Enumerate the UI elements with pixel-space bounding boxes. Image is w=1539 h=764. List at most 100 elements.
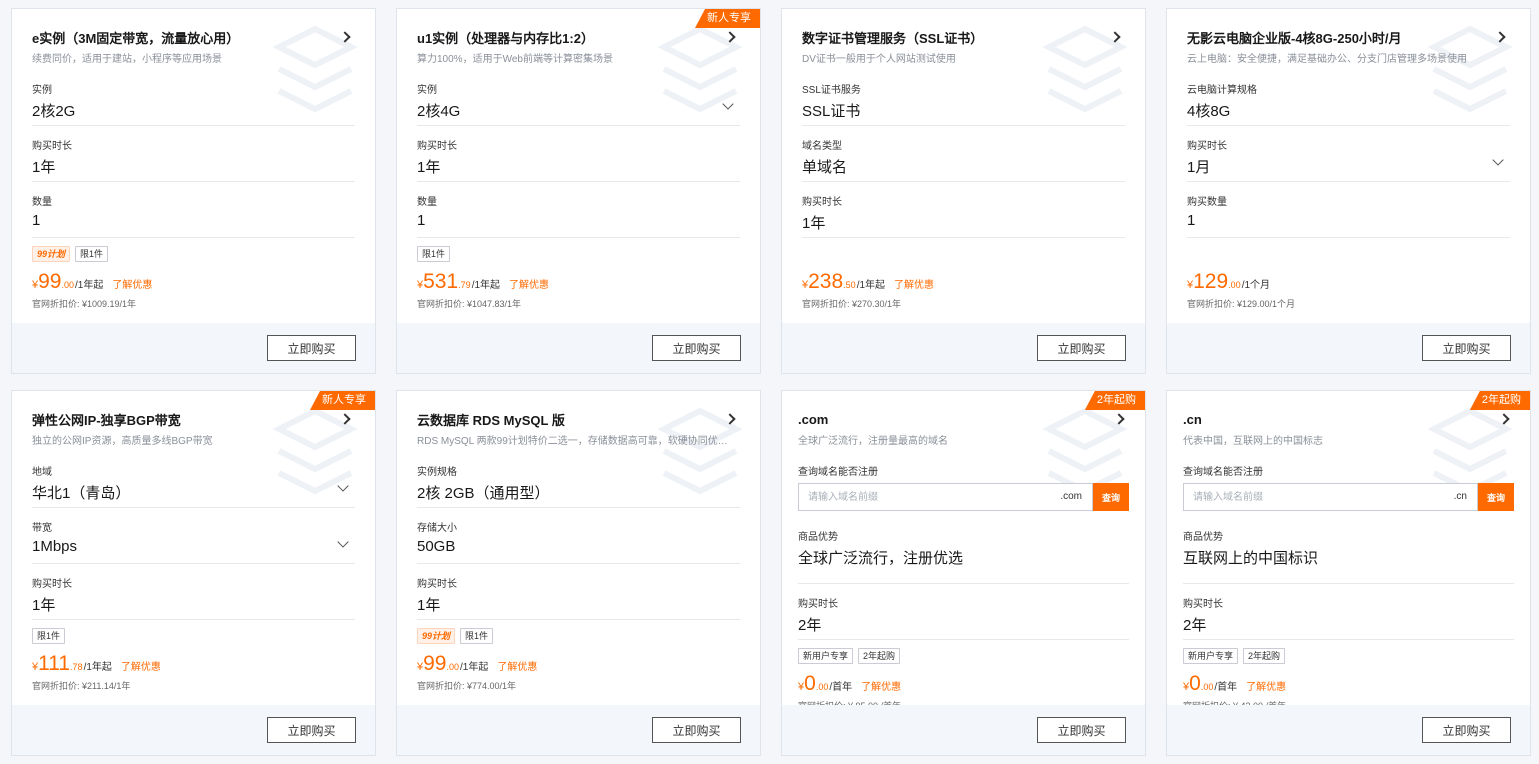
- buy-now-button[interactable]: 立即购买: [267, 717, 356, 743]
- query-button[interactable]: 查询: [1093, 483, 1129, 511]
- chevron-right-icon[interactable]: [1113, 412, 1127, 426]
- buy-now-button[interactable]: 立即购买: [652, 717, 741, 743]
- field-value: 2核 2GB（通用型）: [417, 485, 550, 502]
- product-card-ecs-e: e实例（3M固定带宽，流量放心用） 续费同价，适用于建站，小程序等应用场景 实例…: [11, 8, 376, 374]
- price-unit: /1年起: [83, 662, 112, 673]
- field-label: 商品优势: [1183, 532, 1223, 543]
- card-footer: 立即购买: [782, 323, 1145, 373]
- tag-list: 99计划 限1件: [32, 246, 355, 262]
- new-user-tag: 新用户专享: [798, 648, 854, 664]
- domain-search-input[interactable]: [1184, 484, 1477, 510]
- price-decimal: .00: [446, 662, 459, 672]
- bandwidth-select[interactable]: 带宽 1Mbps: [32, 508, 355, 564]
- promo-link[interactable]: 了解优惠: [1246, 678, 1286, 693]
- field-label: 数量: [32, 197, 52, 208]
- price-integer: 238: [808, 270, 844, 293]
- buy-now-button[interactable]: 立即购买: [267, 335, 356, 361]
- quantity-field[interactable]: 数量 1: [32, 182, 355, 238]
- price: ¥ 111 .78 /1年起 了解优惠: [32, 652, 355, 676]
- domain-type-field[interactable]: 域名类型 单域名: [802, 126, 1125, 182]
- buy-now-button[interactable]: 立即购买: [1422, 335, 1511, 361]
- field-label: 购买数量: [1187, 197, 1227, 208]
- card-footer: 立即购买: [1167, 705, 1530, 755]
- field-value: 1年: [802, 215, 826, 232]
- duration-field[interactable]: 购买时长 2年: [1183, 584, 1514, 640]
- instance-spec-field[interactable]: 实例规格 2核 2GB（通用型）: [417, 452, 740, 508]
- field-value: 1Mbps: [32, 538, 78, 555]
- promo-link[interactable]: 了解优惠: [509, 276, 549, 291]
- field-label: 购买时长: [798, 599, 838, 610]
- field-value: 2核2G: [32, 103, 76, 120]
- card-title: 弹性公网IP-独享BGP带宽: [32, 412, 181, 428]
- plan-99-tag: 99计划: [417, 628, 456, 644]
- instance-field[interactable]: 实例 2核2G: [32, 70, 355, 126]
- field-label: 查询域名能否注册: [798, 467, 878, 478]
- chevron-right-icon[interactable]: [724, 30, 738, 44]
- field-label: 购买时长: [417, 579, 457, 590]
- region-select[interactable]: 地域 华北1（青岛）: [32, 452, 355, 508]
- quantity-field[interactable]: 购买数量 1: [1187, 182, 1510, 238]
- duration-select[interactable]: 购买时长 1月: [1187, 126, 1510, 182]
- instance-select[interactable]: 实例 2核4G: [417, 70, 740, 126]
- product-card-cloud-desktop: 无影云电脑企业版-4核8G-250小时/月 云上电脑：安全便捷，满足基础办公、分…: [1166, 8, 1531, 374]
- domain-search: .cn 查询: [1183, 483, 1514, 511]
- original-price: 官网折扣价: ¥774.00/1年: [417, 681, 517, 691]
- price-integer: 129: [1193, 270, 1229, 293]
- tag-list: 限1件: [417, 246, 740, 262]
- field-value: 1: [1187, 212, 1196, 229]
- domain-search-input[interactable]: [799, 484, 1092, 510]
- buy-now-button[interactable]: 立即购买: [1037, 335, 1126, 361]
- storage-field[interactable]: 存储大小 50GB: [417, 508, 740, 564]
- original-price: 官网折扣价: ¥211.14/1年: [32, 681, 131, 691]
- compute-spec-field[interactable]: 云电脑计算规格 4核8G: [1187, 70, 1510, 126]
- duration-field[interactable]: 购买时长 2年: [798, 584, 1129, 640]
- duration-field[interactable]: 购买时长 1年: [32, 126, 355, 182]
- card-title: 数字证书管理服务（SSL证书）: [802, 30, 984, 46]
- domain-suffix: .cn: [1453, 491, 1467, 502]
- price-unit: /首年: [1214, 682, 1238, 693]
- field-label: 购买时长: [417, 141, 457, 152]
- card-title: .cn: [1183, 411, 1202, 427]
- promo-link[interactable]: 了解优惠: [894, 276, 934, 291]
- field-label: 实例: [417, 85, 437, 96]
- buy-now-button[interactable]: 立即购买: [1422, 717, 1511, 743]
- duration-field[interactable]: 购买时长 1年: [802, 182, 1125, 238]
- chevron-right-icon[interactable]: [339, 412, 353, 426]
- price-integer: 111: [38, 652, 71, 675]
- duration-field[interactable]: 购买时长 1年: [32, 564, 355, 620]
- chevron-right-icon[interactable]: [1109, 30, 1123, 44]
- chevron-right-icon[interactable]: [1494, 30, 1508, 44]
- promo-link[interactable]: 了解优惠: [112, 276, 152, 291]
- price-unit: /首年: [829, 682, 853, 693]
- chevron-right-icon[interactable]: [1498, 412, 1512, 426]
- limit-tag: 限1件: [417, 246, 451, 262]
- card-subtitle: 云上电脑：安全便捷，满足基础办公、分支门店管理多场景使用: [1187, 54, 1467, 64]
- buy-now-button[interactable]: 立即购买: [1037, 717, 1126, 743]
- limit-tag: 限1件: [32, 628, 66, 644]
- field-label: 购买时长: [802, 197, 842, 208]
- price-unit: /1个月: [1241, 280, 1271, 291]
- chevron-right-icon[interactable]: [339, 30, 353, 44]
- duration-field[interactable]: 购买时长 1年: [417, 564, 740, 620]
- tag-list: 新用户专享 2年起购: [1183, 648, 1514, 664]
- query-button[interactable]: 查询: [1478, 483, 1514, 511]
- ssl-service-field[interactable]: SSL证书服务 SSL证书: [802, 70, 1125, 126]
- card-footer: 立即购买: [397, 705, 760, 755]
- field-value: 2核4G: [417, 103, 461, 120]
- min-two-years-tag: 2年起购: [1243, 648, 1286, 664]
- field-value: 1年: [32, 597, 56, 614]
- chevron-right-icon[interactable]: [724, 412, 738, 426]
- card-title: 无影云电脑企业版-4核8G-250小时/月: [1187, 30, 1402, 46]
- field-value: 4核8G: [1187, 103, 1231, 120]
- quantity-field[interactable]: 数量 1: [417, 182, 740, 238]
- promo-link[interactable]: 了解优惠: [497, 658, 537, 673]
- price-unit: /1年起: [460, 662, 489, 673]
- field-label: 地域: [32, 467, 52, 478]
- promo-link[interactable]: 了解优惠: [121, 658, 161, 673]
- field-label: 购买时长: [32, 141, 72, 152]
- duration-field[interactable]: 购买时长 1年: [417, 126, 740, 182]
- product-card-domain-cn: 2年起购 .cn 代表中国，互联网上的中国标志 查询域名能否注册 .cn 查询 …: [1166, 390, 1531, 756]
- promo-link[interactable]: 了解优惠: [861, 678, 901, 693]
- buy-now-button[interactable]: 立即购买: [652, 335, 741, 361]
- price-integer: 531: [423, 270, 459, 293]
